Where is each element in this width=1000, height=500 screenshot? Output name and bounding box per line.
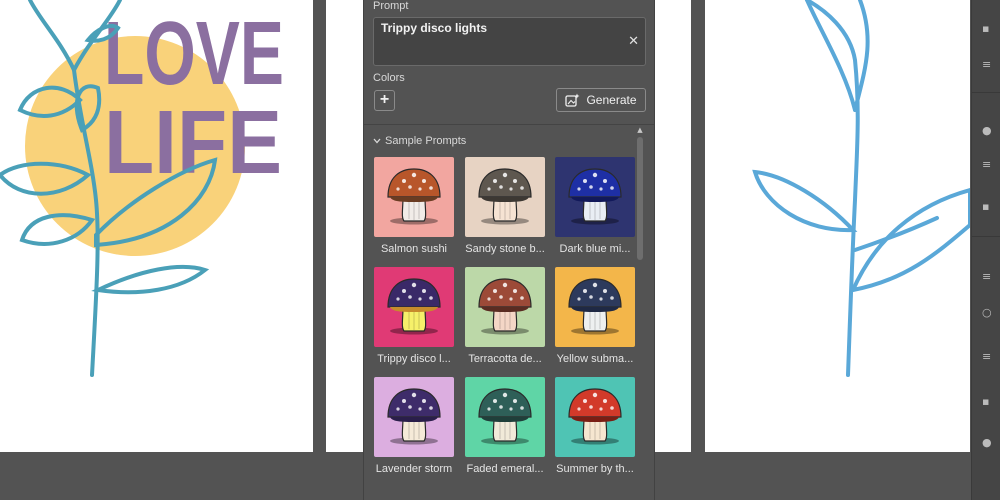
- sample-thumbnail[interactable]: [465, 267, 545, 347]
- panel-icon[interactable]: ▪: [982, 22, 994, 35]
- sample-thumbnail[interactable]: [374, 267, 454, 347]
- poster-artwork: LOVE LIFE: [0, 0, 284, 377]
- sample-prompts-header[interactable]: Sample Prompts: [373, 135, 466, 147]
- generate-button[interactable]: Generate: [556, 88, 646, 112]
- scroll-up-arrow[interactable]: ▲: [636, 126, 644, 136]
- sample-thumbnail[interactable]: [374, 377, 454, 457]
- sample-prompt-label: Sandy stone b...: [465, 243, 545, 255]
- plus-icon: +: [379, 91, 390, 108]
- sample-prompt-card[interactable]: Trippy disco l...: [374, 267, 454, 365]
- align-icon[interactable]: ≡: [982, 58, 994, 71]
- right-panel-strip: ▪ ≡ ● ≡ ▪ ≡ ○ ≡ ▪ ●: [971, 0, 1000, 500]
- sample-prompt-label: Salmon sushi: [380, 243, 448, 255]
- prompt-input[interactable]: Trippy disco lights ✕: [373, 17, 646, 66]
- sample-thumbnail[interactable]: [374, 157, 454, 237]
- prompt-label: Prompt: [373, 0, 409, 12]
- poster-line-1: LOVE: [104, 4, 284, 104]
- properties-icon[interactable]: ≡: [982, 158, 994, 171]
- sample-thumbnail[interactable]: [465, 157, 545, 237]
- sample-prompt-label: Yellow subma...: [556, 353, 634, 365]
- sample-prompt-card[interactable]: Terracotta de...: [465, 267, 545, 365]
- sample-prompt-label: Dark blue mi...: [559, 243, 631, 255]
- artboard-3[interactable]: [655, 0, 691, 452]
- sample-thumbnail[interactable]: [555, 377, 635, 457]
- swatch-icon[interactable]: ▪: [982, 200, 994, 213]
- sample-prompt-card[interactable]: Salmon sushi: [374, 157, 454, 255]
- sample-prompt-card[interactable]: Lavender storm: [374, 377, 454, 475]
- artboard-2[interactable]: [326, 0, 363, 452]
- add-color-button[interactable]: +: [374, 90, 395, 111]
- brush-icon[interactable]: ○: [982, 306, 994, 319]
- panel-icon[interactable]: ≡: [982, 350, 994, 363]
- sprout-leaf-top: [805, 0, 870, 112]
- colors-label: Colors: [373, 72, 405, 84]
- sample-prompt-card[interactable]: Yellow subma...: [555, 267, 635, 365]
- sprout-leaf-left: [752, 169, 858, 233]
- close-icon[interactable]: ✕: [628, 35, 639, 48]
- sample-prompt-card[interactable]: Summer by th...: [555, 377, 635, 475]
- text-to-vector-panel: Prompt Trippy disco lights ✕ Colors + Ge…: [363, 0, 655, 500]
- poster-line-2: LIFE: [104, 93, 282, 193]
- artboard-sprout[interactable]: [705, 0, 970, 452]
- sample-thumbnail[interactable]: [555, 157, 635, 237]
- sample-prompt-label: Lavender storm: [375, 463, 453, 475]
- panel-icon[interactable]: ▪: [982, 395, 994, 408]
- sample-prompt-label: Faded emeral...: [466, 463, 544, 475]
- artboard-love-life[interactable]: LOVE LIFE: [0, 0, 313, 452]
- sprout-leaf-right: [849, 187, 970, 293]
- scrollbar[interactable]: ▲: [636, 126, 644, 500]
- sample-thumbnail[interactable]: [465, 377, 545, 457]
- sample-prompt-label: Summer by th...: [556, 463, 634, 475]
- sample-prompt-card[interactable]: Sandy stone b...: [465, 157, 545, 255]
- sparkle-image-icon: [565, 93, 580, 107]
- scroll-thumb[interactable]: [637, 137, 643, 260]
- layers-icon[interactable]: ●: [982, 124, 994, 137]
- divider: [364, 124, 654, 125]
- sample-thumbnail[interactable]: [555, 267, 635, 347]
- sample-prompt-card[interactable]: Dark blue mi...: [555, 157, 635, 255]
- chevron-down-icon: [373, 138, 381, 144]
- sample-prompt-card[interactable]: Faded emeral...: [465, 377, 545, 475]
- prompt-value[interactable]: Trippy disco lights: [381, 21, 487, 35]
- sample-prompt-label: Trippy disco l...: [377, 353, 451, 365]
- sample-prompts-title: Sample Prompts: [385, 135, 467, 147]
- sprout-artwork: [752, 0, 970, 377]
- panel-icon[interactable]: ●: [982, 436, 994, 449]
- adjust-icon[interactable]: ≡: [982, 270, 994, 283]
- sample-prompt-label: Terracotta de...: [468, 353, 542, 365]
- generate-label: Generate: [586, 93, 637, 107]
